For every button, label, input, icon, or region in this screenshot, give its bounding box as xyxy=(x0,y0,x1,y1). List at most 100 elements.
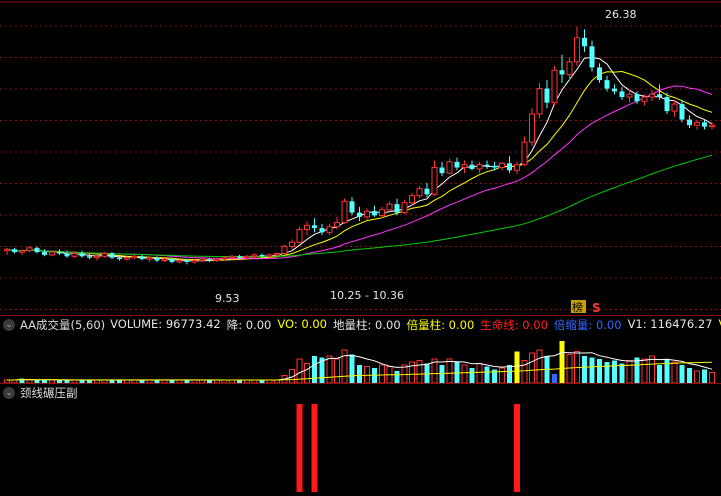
candle-body xyxy=(664,97,670,112)
signal-bar xyxy=(296,404,303,492)
candle-body xyxy=(79,253,85,257)
volume-bar xyxy=(694,370,700,384)
candle-body xyxy=(394,204,400,213)
candle-body xyxy=(26,247,33,252)
volume-field-value: 0.00 xyxy=(445,318,475,332)
candle-body xyxy=(521,141,528,166)
candle-body xyxy=(514,164,520,171)
candle-body xyxy=(671,103,678,112)
volume-bar xyxy=(364,366,370,384)
candle-body xyxy=(266,254,273,257)
collapse-toggle-icon[interactable]: ⌄ xyxy=(3,319,15,331)
candle-body xyxy=(544,88,550,103)
volume-field: V1: 116476.27 xyxy=(628,317,713,333)
candle-body xyxy=(326,226,333,233)
volume-bar xyxy=(604,362,610,383)
candlesticks xyxy=(4,26,715,265)
candle-body xyxy=(49,251,55,256)
candle-body xyxy=(101,252,108,257)
volume-chart-pane[interactable] xyxy=(0,333,721,384)
candle-body xyxy=(19,250,25,253)
volume-bar xyxy=(657,365,662,383)
candle-body xyxy=(694,121,700,126)
candle-body xyxy=(649,93,655,98)
high-price-label: 26.38 xyxy=(605,8,637,21)
candle-body xyxy=(124,257,130,260)
volume-bar xyxy=(552,374,557,383)
candle-body xyxy=(207,259,212,261)
candle-body xyxy=(139,256,145,260)
candle-body xyxy=(184,260,190,262)
candle-body xyxy=(191,260,198,263)
candle-body xyxy=(94,255,100,259)
badge-s[interactable]: S xyxy=(592,301,601,315)
candle-body xyxy=(199,258,205,262)
candle-body xyxy=(4,248,10,252)
volume-indicator-name[interactable]: AA成交量(5,60) xyxy=(20,317,105,333)
ma20-line xyxy=(6,85,713,260)
candle-body xyxy=(176,260,183,263)
candle-body xyxy=(154,257,160,261)
volume-bar xyxy=(334,358,340,384)
volume-bar xyxy=(499,367,505,384)
volume-bar xyxy=(476,363,483,384)
candle-body xyxy=(424,188,430,195)
candle-body xyxy=(109,253,115,258)
volume-field: 生命线: 0.00 xyxy=(480,317,548,333)
price-chart-pane[interactable]: 26.38 9.53 10.25 - 10.36 榜 S xyxy=(0,0,721,316)
low-price-label: 9.53 xyxy=(215,292,240,305)
candle-body xyxy=(409,195,415,204)
candle-body xyxy=(566,61,573,75)
candle-body xyxy=(401,202,408,214)
candle-body xyxy=(372,211,377,216)
signal-indicator-name[interactable]: 颈线碾压副 xyxy=(20,385,78,401)
volume-field-value: 116476.27 xyxy=(646,317,713,331)
volume-field-label: 倍缩量: xyxy=(553,318,593,332)
volume-bar xyxy=(566,354,573,384)
volume-bar xyxy=(379,364,385,384)
candle-body xyxy=(304,224,310,231)
candle-body xyxy=(42,252,47,255)
signal-bar xyxy=(514,404,520,492)
ma60-line xyxy=(6,154,713,257)
candle-body xyxy=(687,119,692,126)
volume-bar xyxy=(702,369,707,383)
volume-bar xyxy=(671,361,678,384)
candle-body xyxy=(597,67,602,81)
collapse-toggle-icon[interactable]: ⌄ xyxy=(3,387,15,399)
candle-body xyxy=(34,247,40,253)
badge-bang[interactable]: 榜 xyxy=(572,300,583,314)
volume-bar xyxy=(424,363,430,383)
volume-bar xyxy=(649,355,655,384)
volume-field-value: 0.00 xyxy=(518,318,548,332)
candle-body xyxy=(296,229,303,243)
volume-field-label: 倍量柱: xyxy=(406,318,446,332)
volume-field-value: 96773.42 xyxy=(162,317,221,331)
volume-field-label: VOLUME: xyxy=(110,317,163,331)
candle-body xyxy=(379,209,385,216)
candle-body xyxy=(169,259,175,262)
candle-body xyxy=(484,164,490,167)
candle-body xyxy=(161,258,168,262)
candle-body xyxy=(237,256,242,258)
candle-body xyxy=(357,212,362,217)
candle-body xyxy=(131,255,138,259)
volume-field: 倍量柱: 0.00 xyxy=(407,317,475,333)
candle-body xyxy=(274,252,280,256)
volume-field-value: 0.00 xyxy=(297,317,327,331)
volume-bar xyxy=(664,359,670,383)
candle-body xyxy=(446,161,453,174)
volume-field-label: 降: xyxy=(226,318,243,332)
candle-body xyxy=(12,249,17,253)
candle-body xyxy=(341,200,348,223)
volume-bar xyxy=(589,357,595,383)
volume-bar xyxy=(507,365,512,383)
candle-body xyxy=(709,124,715,128)
volume-bar xyxy=(349,354,355,383)
candle-body xyxy=(679,104,685,120)
volume-field: 降: 0.00 xyxy=(227,317,272,333)
volume-field: VOLUME: 96773.42 xyxy=(110,317,221,333)
volume-bar xyxy=(529,352,535,384)
candle-body xyxy=(289,241,295,247)
signal-chart-pane[interactable] xyxy=(0,400,721,492)
